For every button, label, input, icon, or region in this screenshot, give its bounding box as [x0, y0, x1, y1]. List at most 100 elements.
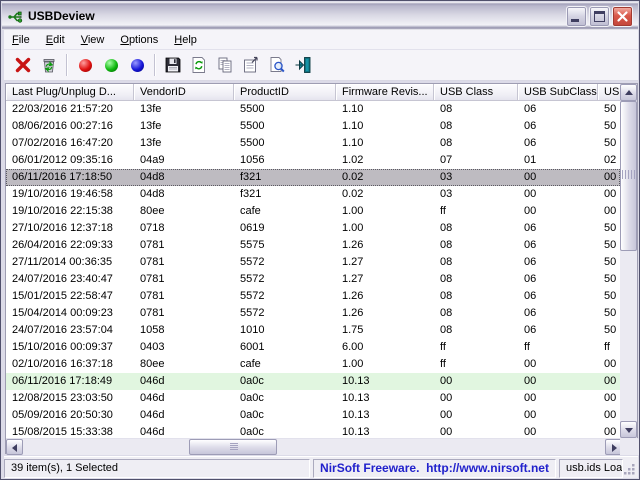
table-cell: 02: [598, 152, 620, 169]
table-cell: 50: [598, 118, 620, 135]
scroll-down-button[interactable]: [620, 421, 637, 438]
horizontal-scroll-thumb[interactable]: [189, 439, 277, 455]
table-cell: 1.10: [336, 101, 434, 118]
table-cell: 5572: [234, 271, 336, 288]
uninstall-button[interactable]: [10, 52, 36, 78]
table-cell: 0a0c: [234, 373, 336, 390]
table-cell: 00: [518, 203, 598, 220]
table-cell: 00: [434, 424, 518, 438]
table-cell: 046d: [134, 373, 234, 390]
table-cell: 15/04/2014 00:09:23: [6, 305, 134, 322]
column-header-firmware-revision[interactable]: Firmware Revis...: [336, 84, 434, 101]
table-row[interactable]: 26/04/2016 22:09:33078155751.26080650: [6, 237, 620, 254]
table-row[interactable]: 22/03/2016 21:57:2013fe55001.10080650: [6, 101, 620, 118]
minimize-icon: [571, 19, 579, 22]
table-cell: 5575: [234, 237, 336, 254]
exit-button[interactable]: [290, 52, 316, 78]
up-arrow-icon: [625, 90, 633, 95]
blue-ball-icon: [131, 59, 144, 72]
menu-file[interactable]: File: [4, 31, 38, 49]
green-ball-button[interactable]: [98, 52, 124, 78]
table-cell: 00: [518, 390, 598, 407]
table-row[interactable]: 12/08/2015 23:03:50046d0a0c10.13000000: [6, 390, 620, 407]
list-header: Last Plug/Unplug D... VendorID ProductID…: [6, 84, 620, 101]
table-cell: 08: [434, 237, 518, 254]
vertical-scrollbar[interactable]: [620, 84, 637, 438]
table-cell: 1.26: [336, 288, 434, 305]
table-cell: 10.13: [336, 407, 434, 424]
table-cell: 1.27: [336, 254, 434, 271]
table-row[interactable]: 15/10/2016 00:09:37040360016.00ffffff: [6, 339, 620, 356]
table-row[interactable]: 07/02/2016 16:47:2013fe55001.10080650: [6, 135, 620, 152]
status-nirsoft-link[interactable]: NirSoft Freeware. http://www.nirsoft.net: [313, 459, 556, 478]
properties-button[interactable]: [238, 52, 264, 78]
close-button[interactable]: [612, 6, 633, 27]
down-arrow-icon: [625, 428, 633, 433]
table-row[interactable]: 08/06/2016 00:27:1613fe55001.10080650: [6, 118, 620, 135]
table-row[interactable]: 19/10/2016 19:46:5804d8f3210.02030000: [6, 186, 620, 203]
find-button[interactable]: [264, 52, 290, 78]
table-cell: 19/10/2016 19:46:58: [6, 186, 134, 203]
table-cell: 10.13: [336, 390, 434, 407]
maximize-button[interactable]: [589, 6, 610, 27]
column-header-vendorid[interactable]: VendorID: [134, 84, 234, 101]
table-row[interactable]: 27/11/2014 00:36:35078155721.27080650: [6, 254, 620, 271]
menu-edit[interactable]: Edit: [38, 31, 73, 49]
menu-help[interactable]: Help: [166, 31, 205, 49]
table-cell: 00: [518, 169, 598, 186]
refresh-button[interactable]: [186, 52, 212, 78]
table-row[interactable]: 02/10/2016 16:37:1880eecafe1.00ff0000: [6, 356, 620, 373]
column-header-usb-class[interactable]: USB Class: [434, 84, 518, 101]
copy-icon: [215, 55, 235, 75]
table-cell: 1058: [134, 322, 234, 339]
table-cell: 06: [518, 237, 598, 254]
horizontal-scrollbar[interactable]: [6, 438, 639, 455]
scrollbar-corner: [620, 438, 637, 455]
table-row[interactable]: 05/09/2016 20:50:30046d0a0c10.13000000: [6, 407, 620, 424]
table-cell: 03: [434, 169, 518, 186]
table-cell: 5572: [234, 254, 336, 271]
table-cell: 08: [434, 220, 518, 237]
table-cell: 0403: [134, 339, 234, 356]
table-cell: 00: [518, 424, 598, 438]
vertical-scroll-thumb[interactable]: [620, 101, 637, 251]
column-header-usb-protocol[interactable]: USB: [598, 84, 620, 101]
table-cell: 80ee: [134, 356, 234, 373]
table-row[interactable]: 15/01/2015 22:58:47078155721.26080650: [6, 288, 620, 305]
table-cell: 50: [598, 220, 620, 237]
resize-grip[interactable]: [623, 463, 636, 476]
titlebar: USBDeview: [2, 2, 638, 30]
table-row[interactable]: 24/07/2016 23:57:04105810101.75080650: [6, 322, 620, 339]
minimize-button[interactable]: [566, 6, 587, 27]
table-cell: 13fe: [134, 135, 234, 152]
table-row[interactable]: 19/10/2016 22:15:3880eecafe1.00ff0000: [6, 203, 620, 220]
table-cell: 0781: [134, 237, 234, 254]
menu-options[interactable]: Options: [112, 31, 166, 49]
table-row[interactable]: 06/01/2012 09:35:1604a910561.02070102: [6, 152, 620, 169]
table-row[interactable]: 15/08/2015 15:33:38046d0a0c10.13000000: [6, 424, 620, 438]
table-cell: 6001: [234, 339, 336, 356]
disconnect-button[interactable]: [36, 52, 62, 78]
table-row[interactable]: 24/07/2016 23:40:47078155721.27080650: [6, 271, 620, 288]
column-header-last-plug-unplug[interactable]: Last Plug/Unplug D...: [6, 84, 134, 101]
table-cell: 80ee: [134, 203, 234, 220]
table-cell: 50: [598, 237, 620, 254]
table-row[interactable]: 06/11/2016 17:18:49046d0a0c10.13000000: [6, 373, 620, 390]
red-ball-button[interactable]: [72, 52, 98, 78]
column-header-usb-subclass[interactable]: USB SubClass: [518, 84, 598, 101]
scroll-up-button[interactable]: [620, 84, 637, 101]
copy-button[interactable]: [212, 52, 238, 78]
red-ball-icon: [79, 59, 92, 72]
table-cell: 00: [434, 390, 518, 407]
table-cell: 1.26: [336, 237, 434, 254]
scroll-left-button[interactable]: [6, 439, 23, 455]
table-cell: 06: [518, 118, 598, 135]
save-button[interactable]: [160, 52, 186, 78]
table-row[interactable]: 15/04/2014 00:09:23078155721.26080650: [6, 305, 620, 322]
table-row[interactable]: 06/11/2016 17:18:5004d8f3210.02030000: [6, 169, 620, 186]
menu-view[interactable]: View: [73, 31, 113, 49]
table-row[interactable]: 27/10/2016 12:37:18071806191.00080650: [6, 220, 620, 237]
column-header-productid[interactable]: ProductID: [234, 84, 336, 101]
table-cell: 50: [598, 271, 620, 288]
blue-ball-button[interactable]: [124, 52, 150, 78]
